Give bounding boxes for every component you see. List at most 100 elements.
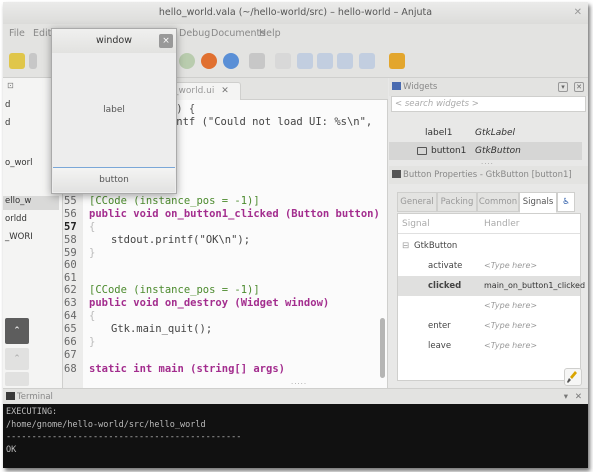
menu-documents[interactable]: Documents <box>211 28 265 39</box>
line-number: 63 <box>64 297 77 309</box>
signal-name: activate <box>428 261 463 271</box>
preview-window[interactable]: window × label button <box>51 28 177 194</box>
handler-value[interactable]: <Type here> <box>484 296 537 316</box>
widget-type: GtkButton <box>475 146 521 156</box>
signal-group-row[interactable]: ⊟ GtkButton <box>398 236 580 256</box>
tab-close-icon[interactable]: ✕ <box>221 86 229 96</box>
menu-file[interactable]: File <box>9 28 25 39</box>
code-line: } <box>89 247 96 259</box>
widget-item-button1[interactable]: button1 GtkButton <box>389 142 582 160</box>
execute-icon[interactable] <box>249 53 265 69</box>
line-number: 68 <box>64 363 77 375</box>
new-file-icon[interactable] <box>9 53 25 69</box>
editor-scrollbar[interactable] <box>380 318 385 378</box>
signal-name: enter <box>428 321 451 331</box>
signal-row[interactable]: clicked main_on_button1_clicked <box>398 276 585 296</box>
stop-icon[interactable] <box>389 53 405 69</box>
signal-column-header: Signal <box>402 219 430 229</box>
scroll-up-button[interactable]: ⌃ <box>5 348 29 370</box>
widgets-icon <box>392 82 401 90</box>
properties-tabs: General Packing Common Signals ♿ <box>397 192 577 214</box>
tab-general[interactable]: General <box>397 192 437 212</box>
build-icon[interactable] <box>201 53 217 69</box>
widget-type: GtkLabel <box>475 128 515 138</box>
menu-edit[interactable]: Edit <box>33 28 51 39</box>
tab-packing[interactable]: Packing <box>437 192 477 212</box>
scroll-down-button[interactable] <box>5 372 29 386</box>
widgets-title: Widgets <box>403 82 438 92</box>
handler-value[interactable]: <Type here> <box>484 256 537 276</box>
handler-value[interactable]: <Type here> <box>484 316 537 336</box>
anjuta-window: hello_world.vala (~/hello-world/src) – h… <box>3 2 588 468</box>
widget-search-input[interactable]: < search widgets > <box>391 96 586 112</box>
button-widget-icon <box>417 147 427 155</box>
line-number: 60 <box>64 259 77 271</box>
button-properties-icon <box>392 170 401 178</box>
tab-signals[interactable]: Signals <box>519 192 557 213</box>
code-line: public void on_button1_clicked (Button b… <box>89 208 380 220</box>
terminal-title: Terminal <box>17 392 53 402</box>
continue-icon[interactable] <box>359 53 375 69</box>
terminal-header: Terminal ▾ ✕ <box>3 388 588 404</box>
handler-column-header: Handler <box>484 219 520 229</box>
handler-value[interactable]: <Type here> <box>484 336 537 356</box>
step-out-icon[interactable] <box>337 53 353 69</box>
left-item[interactable]: orldd <box>3 214 59 228</box>
signal-name: leave <box>428 341 452 351</box>
terminal-line: EXECUTING: <box>6 407 58 417</box>
step-over-icon[interactable] <box>297 53 313 69</box>
menu-help[interactable]: Help <box>259 28 281 39</box>
code-line: { <box>89 221 96 233</box>
line-number: 57 <box>64 221 77 233</box>
code-line: public void on_destroy (Widget window) <box>89 297 330 309</box>
menu-debug[interactable]: Debug <box>179 28 210 39</box>
line-number: 59 <box>64 247 77 259</box>
widget-item-label1[interactable]: label1 GtkLabel <box>389 124 582 142</box>
terminal-line: OK <box>6 444 17 455</box>
build-all-icon[interactable] <box>223 53 239 69</box>
preview-button[interactable]: button <box>53 167 175 192</box>
step-into-icon[interactable] <box>317 53 333 69</box>
signal-row[interactable]: <Type here> <box>398 296 580 316</box>
handler-value[interactable]: main_on_button1_clicked <box>484 276 585 296</box>
signal-row[interactable]: activate <Type here> <box>398 256 580 276</box>
panel-menu-icon[interactable]: ⊡ <box>7 81 14 90</box>
pane-menu-icon[interactable]: ▾ <box>558 82 568 92</box>
collapse-up-button[interactable]: ⌃ <box>5 318 29 344</box>
line-number: 58 <box>64 234 77 246</box>
left-item[interactable]: _WORI <box>3 232 59 246</box>
left-item[interactable]: ello_w <box>3 196 59 210</box>
pane-close-icon[interactable]: ✕ <box>575 389 582 405</box>
line-number: 64 <box>64 310 77 322</box>
widgets-header: Widgets ▾ ✕ <box>389 78 588 96</box>
pane-menu-icon[interactable]: ▾ <box>564 389 568 405</box>
collapse-icon[interactable]: ⊟ <box>402 236 409 256</box>
dropdown-icon[interactable] <box>29 53 37 69</box>
pane-close-icon[interactable]: ✕ <box>574 82 584 92</box>
debug-run-icon[interactable] <box>275 53 291 69</box>
terminal-output[interactable]: EXECUTING: /home/gnome/hello-world/src/he… <box>3 404 588 468</box>
signal-row[interactable]: leave <Type here> <box>398 336 580 356</box>
title-bar: hello_world.vala (~/hello-world/src) – h… <box>3 2 588 24</box>
line-number: 66 <box>64 336 77 348</box>
properties-title: Button Properties - GtkButton [button1] <box>403 170 572 180</box>
preview-close-button[interactable]: × <box>159 34 173 48</box>
terminal-icon <box>6 392 15 400</box>
resize-grip[interactable]: ····· <box>291 380 307 388</box>
signal-row[interactable]: enter <Type here> <box>398 316 580 336</box>
line-number: 55 <box>64 195 77 207</box>
refresh-icon[interactable] <box>179 53 195 69</box>
code-line: stdout.printf("OK\n"); <box>111 234 251 246</box>
code-line: [CCode (instance_pos = -1)] <box>89 284 260 296</box>
line-number: 61 <box>64 272 77 284</box>
accessibility-icon[interactable]: ♿ <box>557 192 575 212</box>
signals-table: Signal Handler ⊟ GtkButton activate <Typ… <box>397 213 585 381</box>
code-line: [CCode (instance_pos = -1)] <box>89 195 260 207</box>
window-title: hello_world.vala (~/hello-world/src) – h… <box>158 7 433 18</box>
brush-icon[interactable] <box>564 368 582 386</box>
signals-header: Signal Handler <box>398 214 580 234</box>
close-window-icon[interactable]: ✕ <box>574 2 582 24</box>
tab-common[interactable]: Common <box>477 192 519 212</box>
code-line: { <box>89 310 96 322</box>
code-line: .printf ("Could not load UI: %s\n", <box>151 116 373 128</box>
